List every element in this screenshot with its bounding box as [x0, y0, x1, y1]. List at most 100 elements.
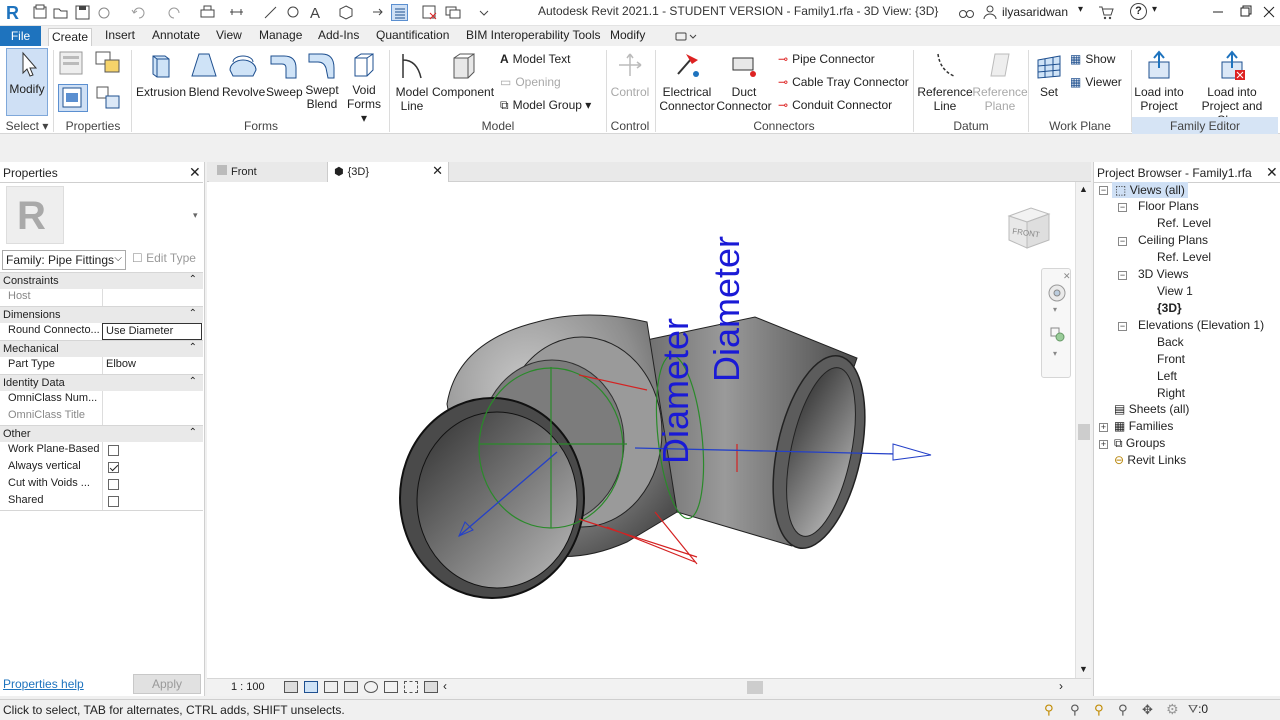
tree-ceiling-plan-ref-level[interactable]: Ref. Level — [1157, 250, 1211, 264]
model-text-button[interactable]: A Model Text — [500, 52, 570, 66]
prop-row-part-type[interactable]: Part Type Elbow — [0, 357, 203, 374]
tree-sheets[interactable]: ▤ Sheets (all) — [1114, 402, 1189, 416]
conduit-connector-button[interactable]: ⊸ Conduit Connector — [778, 98, 892, 112]
save-icon[interactable] — [74, 4, 91, 21]
elbow-body[interactable] — [399, 314, 678, 599]
cart-icon[interactable] — [1097, 4, 1114, 21]
underlay-select-icon[interactable]: ⚲ — [1070, 702, 1080, 718]
help-icon[interactable]: ? — [1130, 3, 1147, 20]
prop-row-cut-with-voids[interactable]: Cut with Voids ... — [0, 476, 203, 493]
extrusion-button[interactable]: Extrusion — [136, 50, 186, 99]
edit-type-button[interactable]: ☐ Edit Type — [132, 251, 196, 265]
modify-button[interactable]: Modify — [6, 48, 48, 116]
thin-lines-icon[interactable] — [391, 4, 408, 21]
search-binoculars-icon[interactable] — [958, 4, 975, 21]
nav-close-icon[interactable]: ✕ — [1063, 271, 1071, 282]
tree-families[interactable]: ▦ Families — [1114, 419, 1173, 433]
tab-view[interactable]: View — [214, 28, 244, 46]
tree-views-all[interactable]: ⬚ Views (all) — [1112, 182, 1188, 198]
open-icon[interactable] — [32, 4, 49, 21]
revolve-button[interactable]: Revolve — [222, 50, 265, 99]
drag-elements-icon[interactable]: ✥ — [1142, 702, 1153, 718]
diameter-label-2[interactable]: Diameter — [706, 236, 747, 382]
section-icon[interactable] — [369, 4, 386, 21]
prop-row-round-connector[interactable]: Round Connecto... Use Diameter — [0, 323, 203, 340]
duct-connector-button[interactable]: Duct Connector — [716, 50, 772, 113]
default-3d-icon[interactable] — [338, 4, 355, 21]
show-work-plane-button[interactable]: ▦ Show — [1070, 52, 1115, 66]
measure-icon[interactable] — [228, 4, 245, 21]
component-button[interactable]: Component — [432, 50, 494, 99]
collapse-floor-plans-icon[interactable]: − — [1118, 203, 1127, 212]
filter-icon[interactable]: ⛛:0 — [1188, 702, 1208, 717]
prop-row-shared[interactable]: Shared — [0, 493, 203, 510]
text-icon[interactable]: A — [308, 4, 325, 22]
sweep-button[interactable]: Sweep — [266, 50, 303, 99]
tab-3d-view[interactable]: ⬢ {3D} ✕ — [327, 162, 449, 182]
tab-front-view[interactable]: Front — [209, 162, 327, 182]
collapse-views-icon[interactable]: − — [1099, 186, 1108, 195]
tab-modify[interactable]: Modify — [608, 28, 647, 46]
tab-manage[interactable]: Manage — [257, 28, 304, 46]
face-select-icon[interactable]: ⚲ — [1118, 702, 1128, 718]
nav-dropdown-icon[interactable]: ▾ — [1053, 305, 1057, 314]
folder-open-icon[interactable] — [52, 4, 69, 21]
tree-elevation-left[interactable]: Left — [1157, 369, 1177, 383]
dimension-icon[interactable] — [262, 4, 279, 21]
drawing-area[interactable]: Front ⬢ {3D} ✕ Diameter Diameter FRONT ✕… — [207, 162, 1091, 696]
scroll-right-icon[interactable]: › — [1059, 679, 1063, 693]
close-window-icon[interactable] — [1260, 0, 1280, 24]
minimize-icon[interactable] — [1208, 0, 1228, 24]
reference-line-button[interactable]: Reference Line — [917, 50, 973, 113]
crop-view-icon[interactable] — [384, 681, 398, 693]
temporary-hide-icon[interactable] — [424, 681, 438, 693]
tree-floor-plans[interactable]: Floor Plans — [1138, 199, 1199, 213]
tab-annotate[interactable]: Annotate — [150, 28, 202, 46]
zoom-icon[interactable] — [1048, 325, 1068, 345]
diameter-label-1[interactable]: Diameter — [655, 318, 696, 464]
pipe-connector-button[interactable]: ⊸ Pipe Connector — [778, 52, 875, 66]
always-vertical-checkbox[interactable] — [108, 462, 119, 473]
tree-elevation-right[interactable]: Right — [1157, 386, 1185, 400]
close-properties-icon[interactable]: ✕ — [189, 164, 201, 181]
collapse-3d-views-icon[interactable]: − — [1118, 271, 1127, 280]
tab-add-ins[interactable]: Add-Ins — [316, 28, 361, 46]
group-identity-data[interactable]: Identity Data ⌃ — [0, 374, 203, 391]
print-icon[interactable] — [199, 4, 216, 21]
cable-tray-connector-button[interactable]: ⊸ Cable Tray Connector — [778, 75, 909, 89]
switch-windows-icon[interactable] — [444, 4, 461, 21]
prop-row-omniclass-title[interactable]: OmniClass Title — [0, 408, 203, 425]
tree-3d-current[interactable]: {3D} — [1157, 301, 1182, 315]
prop-row-host[interactable]: Host — [0, 289, 203, 306]
user-name[interactable]: ilyasaridwan — [1002, 5, 1068, 19]
user-icon[interactable] — [982, 4, 999, 21]
links-select-icon[interactable]: ⚲ — [1044, 702, 1054, 718]
family-category-icon[interactable] — [94, 50, 124, 78]
undo-icon[interactable] — [130, 4, 147, 21]
void-forms-button[interactable]: Void Forms ▾ — [344, 50, 384, 125]
family-type-select[interactable]: Family: Pipe Fittings ⌵ — [2, 250, 126, 270]
scroll-up-icon[interactable]: ▲ — [1079, 184, 1088, 194]
tree-revit-links[interactable]: ⊖ Revit Links — [1114, 453, 1186, 467]
tag-icon[interactable] — [285, 4, 302, 21]
close-tab-icon[interactable]: ✕ — [432, 163, 443, 179]
tab-create[interactable]: Create — [48, 28, 92, 46]
type-selector-dropdown-icon[interactable]: ▾ — [193, 210, 198, 221]
view-scale[interactable]: 1 : 100 — [231, 681, 265, 693]
sun-path-icon[interactable] — [324, 681, 338, 693]
expand-families-icon[interactable]: + — [1099, 423, 1108, 432]
zoom-dropdown-icon[interactable]: ▾ — [1053, 349, 1057, 358]
prop-row-omniclass-number[interactable]: OmniClass Num... — [0, 391, 203, 408]
group-dimensions[interactable]: Dimensions ⌃ — [0, 306, 203, 323]
tree-ceiling-plans[interactable]: Ceiling Plans — [1138, 233, 1208, 247]
background-process-icon[interactable]: ⚙ — [1166, 701, 1179, 718]
viewer-button[interactable]: ▦ Viewer — [1070, 75, 1122, 89]
expand-groups-icon[interactable]: + — [1099, 440, 1108, 449]
properties-icon[interactable] — [58, 50, 88, 78]
set-work-plane-button[interactable]: Set — [1032, 50, 1066, 99]
blend-button[interactable]: Blend — [186, 50, 222, 99]
horizontal-scroll-thumb[interactable] — [747, 681, 763, 694]
redo-icon[interactable] — [166, 4, 183, 21]
swept-blend-button[interactable]: Swept Blend — [303, 50, 341, 111]
work-plane-based-checkbox[interactable] — [108, 445, 119, 456]
